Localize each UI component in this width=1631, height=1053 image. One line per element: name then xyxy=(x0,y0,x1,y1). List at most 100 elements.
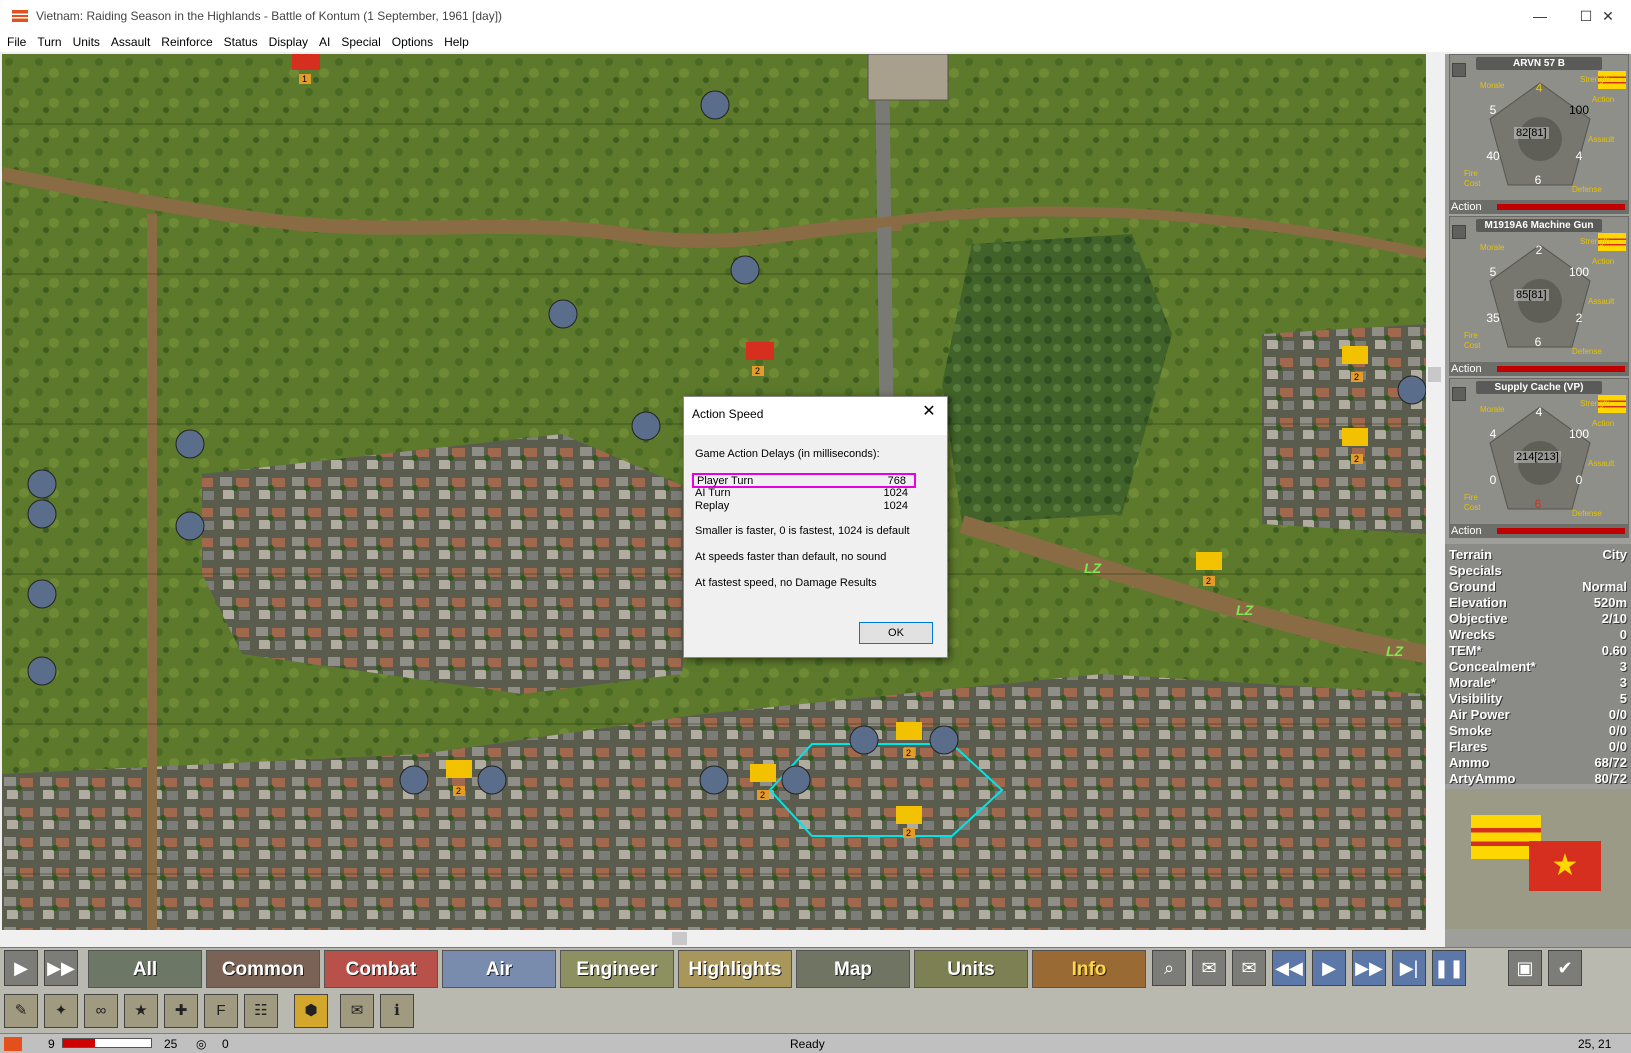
skip-end-icon[interactable]: ▶| xyxy=(1392,950,1426,986)
menu-special[interactable]: Special xyxy=(337,35,387,49)
tab-all[interactable]: All xyxy=(88,950,202,988)
terrain-row: Objective 2/10 xyxy=(1449,611,1627,626)
menu-units[interactable]: Units xyxy=(69,35,107,49)
unit-card[interactable]: ARVN 57 B Morale Strength Action Assault… xyxy=(1449,54,1629,210)
unit-count: 2 xyxy=(1206,576,1211,586)
menu-reinforce[interactable]: Reinforce xyxy=(157,35,219,49)
side-flag-icon xyxy=(4,1036,22,1051)
menu-assault[interactable]: Assault xyxy=(107,35,157,49)
status-message: Ready xyxy=(790,1036,825,1051)
end-turn-icon[interactable]: ✔ xyxy=(1548,950,1582,986)
formation-icon[interactable]: F xyxy=(204,994,238,1028)
menu-display[interactable]: Display xyxy=(265,35,315,49)
unit-card[interactable]: Supply Cache (VP) Morale Strength Action… xyxy=(1449,378,1629,534)
terrain-row: Elevation 520m xyxy=(1449,595,1627,610)
close-window-button[interactable]: ✕ xyxy=(1585,0,1631,32)
dialog-body: Game Action Delays (in milliseconds): Pl… xyxy=(684,435,947,613)
mail-icon[interactable]: ✉ xyxy=(340,994,374,1028)
message-icon[interactable]: ✉ xyxy=(1192,950,1226,986)
menu-file[interactable]: File xyxy=(3,35,33,49)
action-bar: Action xyxy=(1449,200,1629,214)
clock-icon: ◎ xyxy=(196,1036,207,1051)
unit-card[interactable]: M1919A6 Machine Gun Morale Strength Acti… xyxy=(1449,216,1629,372)
pause-icon[interactable]: ❚❚ xyxy=(1432,950,1466,986)
delay-value: 768 xyxy=(887,475,906,487)
fire-label: Fire xyxy=(1464,169,1478,178)
terrain-row: Ammo 68/72 xyxy=(1449,755,1627,770)
app-icon xyxy=(12,10,28,22)
unit-detail-icon[interactable] xyxy=(1452,387,1466,401)
binoculars-icon[interactable]: ∞ xyxy=(84,994,118,1028)
tab-engineer[interactable]: Engineer xyxy=(560,950,674,988)
rewind-icon[interactable]: ◀◀ xyxy=(1272,950,1306,986)
terrain-info: Terrain City Specials Ground Normal Elevat… xyxy=(1445,544,1631,786)
unit-detail-icon[interactable] xyxy=(1452,63,1466,77)
action-value: 100 xyxy=(1568,103,1590,117)
step-forward-icon[interactable]: ▶▶ xyxy=(1352,950,1386,986)
map-vertical-scrollbar[interactable] xyxy=(1426,54,1443,930)
ok-button[interactable]: OK xyxy=(859,622,933,644)
unit-count: 2 xyxy=(906,828,911,838)
menu-status[interactable]: Status xyxy=(220,35,265,49)
strength-label: Strength xyxy=(1580,237,1611,246)
assault-value: 4 xyxy=(1575,149,1583,163)
tab-info[interactable]: Info xyxy=(1032,950,1146,988)
tab-common[interactable]: Common xyxy=(206,950,320,988)
unit-name: Supply Cache (VP) xyxy=(1476,381,1602,394)
unit-count: 2 xyxy=(760,790,765,800)
unit-detail-icon[interactable] xyxy=(1452,225,1466,239)
unit-count: 2 xyxy=(755,366,760,376)
unit-count: 2 xyxy=(906,748,911,758)
tab-combat[interactable]: Combat xyxy=(324,950,438,988)
tab-highlights[interactable]: Highlights xyxy=(678,950,792,988)
hex-highlight-icon[interactable]: ⬢ xyxy=(294,994,328,1028)
play-icon[interactable]: ▶ xyxy=(4,950,38,986)
action-bar-fill xyxy=(1497,366,1625,372)
map-toggle-icon[interactable]: ✎ xyxy=(4,994,38,1028)
lz-marker: LZ xyxy=(1386,643,1404,659)
game-window: Vietnam: Raiding Season in the Highlands… xyxy=(0,0,1631,1053)
defense-value: 6 xyxy=(1534,335,1542,349)
delay-value: 1024 xyxy=(883,500,908,512)
action-bar-label: Action xyxy=(1451,525,1482,537)
delay-label: AI Turn xyxy=(695,487,731,499)
progress-bar-fill xyxy=(63,1039,95,1047)
vertical-scroll-thumb[interactable] xyxy=(1428,367,1441,382)
lz-marker: LZ xyxy=(1084,560,1102,576)
unit-count: 2 xyxy=(1354,454,1359,464)
menu-help[interactable]: Help xyxy=(440,35,476,49)
hierarchy-icon[interactable]: ☷ xyxy=(244,994,278,1028)
tab-map[interactable]: Map xyxy=(796,950,910,988)
dialog-close-button[interactable]: ✕ xyxy=(917,401,941,423)
terrain-row: Morale* 3 xyxy=(1449,675,1627,690)
magnifier-icon[interactable]: ⌕ xyxy=(1152,950,1186,986)
menu-turn[interactable]: Turn xyxy=(33,35,68,49)
assault-label: Assault xyxy=(1588,135,1615,144)
star-icon[interactable]: ★ xyxy=(124,994,158,1028)
dialog-note: Smaller is faster, 0 is fastest, 1024 is… xyxy=(695,525,910,537)
bottom-toolbar: ▶ ▶▶ All Common Combat Air Engineer High… xyxy=(0,947,1631,1033)
progress-bar xyxy=(62,1038,152,1048)
fast-forward-icon[interactable]: ▶▶ xyxy=(44,950,78,986)
fire-toggle-icon[interactable]: ✦ xyxy=(44,994,78,1028)
menu-ai[interactable]: AI xyxy=(315,35,337,49)
horizontal-scroll-thumb[interactable] xyxy=(672,932,687,945)
minimize-button[interactable]: — xyxy=(1517,0,1563,32)
menu-options[interactable]: Options xyxy=(388,35,440,49)
tab-units[interactable]: Units xyxy=(914,950,1028,988)
lz-marker: LZ xyxy=(1236,602,1254,618)
unit-info-panel: ARVN 57 B Morale Strength Action Assault… xyxy=(1445,54,1631,1032)
reinforce-icon[interactable]: ✚ xyxy=(164,994,198,1028)
message-alt-icon[interactable]: ✉ xyxy=(1232,950,1266,986)
tab-air[interactable]: Air xyxy=(442,950,556,988)
info-book-icon[interactable]: ℹ xyxy=(380,994,414,1028)
action-bar: Action xyxy=(1449,362,1629,376)
map-horizontal-scrollbar[interactable] xyxy=(2,930,1443,947)
delay-label: Player Turn xyxy=(697,475,754,487)
save-icon[interactable]: ▣ xyxy=(1508,950,1542,986)
play-replay-icon[interactable]: ▶ xyxy=(1312,950,1346,986)
delay-row-player-turn[interactable]: Player Turn 768 xyxy=(692,473,916,488)
delay-row-ai-turn[interactable]: AI Turn 1024 xyxy=(692,487,916,501)
delay-row-replay[interactable]: Replay 1024 xyxy=(692,500,916,514)
dialog-title: Action Speed xyxy=(692,407,764,421)
